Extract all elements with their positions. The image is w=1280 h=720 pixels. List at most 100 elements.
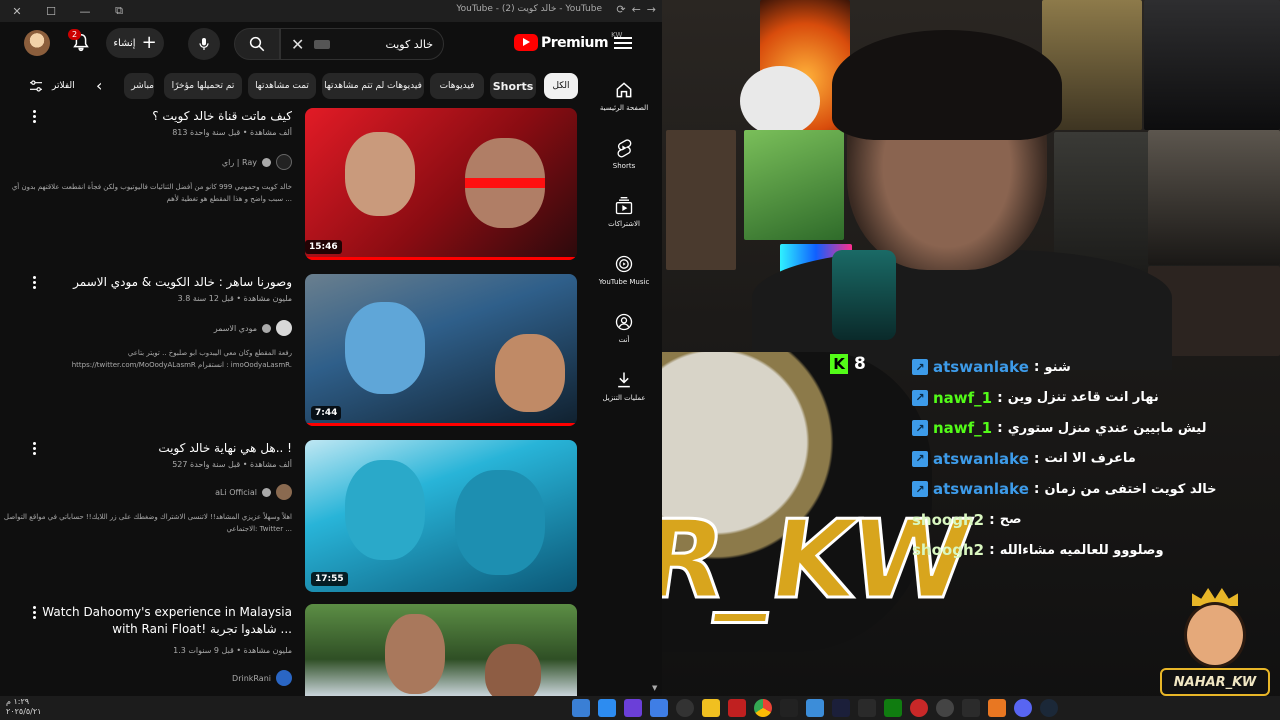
video-description: رفعة المقطع وكان معي اليبدوب ابو صلبوخ .… — [71, 349, 292, 369]
video-thumbnail[interactable] — [305, 604, 577, 696]
edge-icon[interactable] — [572, 699, 590, 717]
video-thumbnail[interactable]: 15:46 — [305, 108, 577, 260]
chip-recently-uploaded[interactable]: تم تحميلها مؤخرًا — [164, 73, 242, 99]
chat-separator: : — [1033, 450, 1040, 467]
channel-avatar[interactable] — [276, 154, 292, 170]
app-icon[interactable] — [988, 699, 1006, 717]
video-channel[interactable]: aLi Official — [215, 484, 292, 500]
more-actions-icon[interactable] — [33, 606, 37, 621]
browser-titlebar: ✕ ☐ — ⧉ YouTube - خالد كويت (2) - YouTub… — [0, 0, 662, 22]
files-icon[interactable] — [806, 699, 824, 717]
download-icon — [618, 372, 630, 388]
r-app-icon[interactable] — [702, 699, 720, 717]
obs-icon[interactable] — [936, 699, 954, 717]
stream-overlay: R_KW K 8 ↗ atswanlake: شنو ↗ nawf_1: نهار انت… — [662, 0, 1280, 720]
hamburger-menu-icon[interactable] — [614, 34, 632, 52]
video-channel[interactable]: DrinkRani — [232, 670, 292, 686]
search-result[interactable]: 7:44 وصورنا ساهر : خالد الكويت & مودي ال… — [0, 274, 590, 434]
back-icon[interactable]: ← — [632, 3, 641, 16]
app-icon[interactable] — [910, 699, 928, 717]
kick-logo-icon: K — [830, 354, 848, 374]
rail-item-music[interactable]: YouTube Music — [596, 254, 652, 286]
forward-icon[interactable]: → — [647, 3, 656, 16]
video-thumbnail[interactable]: 7:44 — [305, 274, 577, 426]
next-icon[interactable] — [832, 699, 850, 717]
recorder-icon[interactable] — [728, 699, 746, 717]
more-actions-icon[interactable] — [33, 276, 37, 291]
search-icon — [249, 36, 265, 52]
scroll-down-arrow-icon[interactable]: ▼ — [652, 684, 657, 692]
youtube-play-icon — [514, 34, 538, 51]
bitwarden-icon[interactable] — [650, 699, 668, 717]
create-button[interactable]: إنشاء + — [106, 28, 164, 58]
more-actions-icon[interactable] — [33, 442, 37, 457]
you-icon — [615, 313, 633, 331]
chat-separator: : — [997, 389, 1003, 406]
chip-unwatched[interactable]: فيديوهات لم تتم مشاهدتها — [322, 73, 424, 99]
chip-watched[interactable]: تمت مشاهدتها — [248, 73, 316, 99]
watch-progress-bar — [305, 423, 577, 426]
chat-message: shoogh2: وصلووو للعالميه مشاءالله — [912, 537, 1164, 563]
voice-search-button[interactable] — [188, 28, 220, 60]
poster-scream — [1144, 0, 1280, 130]
search-button[interactable] — [234, 28, 280, 60]
rail-item-downloads[interactable]: عمليات التنزيل — [596, 370, 652, 402]
search-input[interactable]: ✕ خالد كويت — [280, 28, 444, 60]
chat-badge-icon: ↗ — [912, 359, 928, 375]
channel-avatar[interactable] — [276, 670, 292, 686]
chip-all[interactable]: الكل — [544, 73, 578, 99]
notifications-button[interactable]: 2 — [68, 29, 92, 54]
account-avatar[interactable] — [24, 30, 50, 56]
4k-icon[interactable] — [676, 699, 694, 717]
search-result[interactable]: 15:46 كيف ماتت قناة خالد كويت ؟ 813 ألف … — [0, 108, 590, 268]
chrome-icon[interactable] — [754, 699, 772, 717]
app-icon[interactable] — [624, 699, 642, 717]
clear-search-icon[interactable]: ✕ — [291, 35, 304, 54]
video-channel[interactable]: مودي الاسمر — [214, 320, 292, 336]
create-label: إنشاء — [113, 37, 136, 49]
open-in-browser-icon[interactable]: ⧉ — [102, 0, 136, 22]
more-actions-icon[interactable] — [33, 110, 37, 125]
minimize-window-icon[interactable]: — — [68, 0, 102, 22]
checkmark-icon[interactable] — [858, 699, 876, 717]
thumbnail-person — [485, 644, 541, 696]
snip-icon[interactable] — [598, 699, 616, 717]
video-title[interactable]: هل هي نهاية خالد كويت.. ! — [42, 440, 292, 457]
filters-button[interactable]: الفلاتر — [28, 78, 75, 94]
rail-item-shorts[interactable]: Shorts — [596, 138, 652, 170]
chat-message: ↗ atswanlake: ماعرف الا انت — [912, 446, 1136, 472]
chip-videos[interactable]: فيديوهات — [430, 73, 484, 99]
reload-icon[interactable]: ⟳ — [616, 3, 625, 16]
video-description: اهلاً وسهلاً عزيزي المشاهد!! لاتنسى الاش… — [3, 513, 292, 533]
steam-icon[interactable] — [1040, 699, 1058, 717]
rail-item-home[interactable]: الصفحة الرئيسية — [596, 80, 652, 112]
youtube-logo[interactable]: Premium KW — [514, 31, 622, 51]
chip-shorts[interactable]: Shorts — [490, 73, 536, 99]
video-thumbnail[interactable]: 17:55 — [305, 440, 577, 592]
app-icon[interactable] — [780, 699, 798, 717]
channel-avatar[interactable] — [276, 484, 292, 500]
chat-badge-icon: ↗ — [912, 450, 928, 467]
discord-icon[interactable] — [1014, 699, 1032, 717]
keyboard-icon[interactable] — [314, 39, 331, 49]
xbox-icon[interactable] — [884, 699, 902, 717]
rail-item-you[interactable]: أنت — [596, 312, 652, 344]
epic-games-icon[interactable] — [962, 699, 980, 717]
video-channel[interactable]: راي | Ray — [222, 154, 292, 170]
close-window-icon[interactable]: ✕ — [0, 0, 34, 22]
chat-message: shoogh2: صح — [912, 507, 1022, 533]
search-result[interactable]: 17:55 هل هي نهاية خالد كويت.. ! 527 ألف … — [0, 440, 590, 600]
chevron-left-icon[interactable]: ‹ — [96, 76, 102, 95]
channel-avatar[interactable] — [276, 320, 292, 336]
chat-separator: : — [997, 420, 1003, 436]
rail-item-subscriptions[interactable]: الاشتراكات — [596, 196, 652, 228]
video-title[interactable]: Watch Dahoomy's experience in Malaysia w… — [42, 604, 292, 638]
channel-name: راي | Ray — [221, 157, 257, 167]
chat-badge-icon: ↗ — [912, 389, 928, 406]
maximize-window-icon[interactable]: ☐ — [34, 0, 68, 22]
chip-live[interactable]: مباشر — [124, 73, 154, 99]
video-title[interactable]: كيف ماتت قناة خالد كويت ؟ — [42, 108, 292, 125]
search-result[interactable]: Watch Dahoomy's experience in Malaysia w… — [0, 604, 590, 696]
video-title[interactable]: وصورنا ساهر : خالد الكويت & مودي الاسمر — [42, 274, 292, 291]
system-clock[interactable]: ١:٢٩ م ٢٠٢٥/٥/٢١ — [6, 697, 41, 717]
